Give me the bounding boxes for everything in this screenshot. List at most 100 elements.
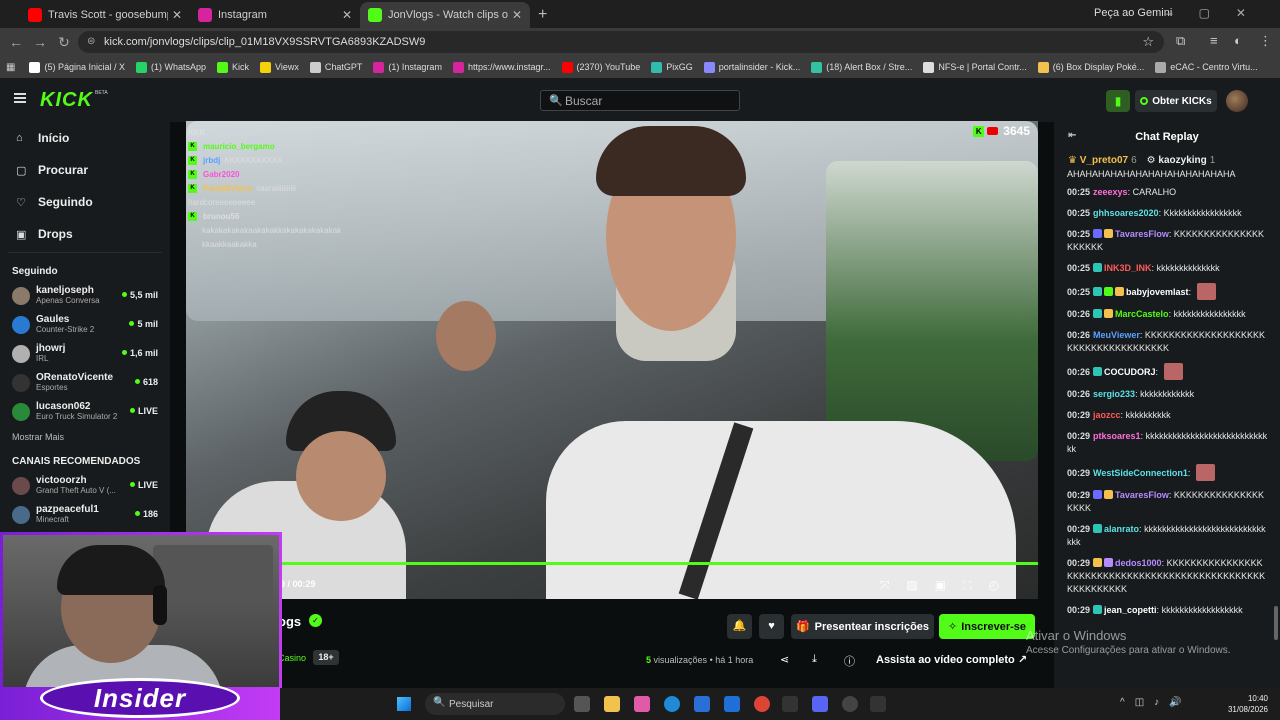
bookmark-star-icon[interactable]: ☆ — [1142, 34, 1154, 50]
chat-username[interactable]: MarcCastelo — [1115, 309, 1169, 319]
chat-username[interactable]: COCUDORJ — [1104, 367, 1156, 377]
chrome-icon[interactable] — [754, 696, 770, 712]
apps-grid-icon[interactable]: ▦ — [6, 62, 15, 73]
gift-subs-button[interactable]: 🎁 Presentear inscrições — [791, 614, 934, 639]
sidebar-nav-browse[interactable]: ▢ Procurar — [0, 154, 170, 186]
task-view-icon[interactable] — [574, 696, 590, 712]
close-tab-icon[interactable]: ✕ — [172, 8, 182, 22]
chat-username[interactable]: TavaresFlow — [1115, 490, 1169, 500]
fullscreen-icon[interactable]: ⛶ — [963, 578, 988, 592]
chat-username[interactable]: babyjovemlast — [1126, 287, 1189, 297]
report-icon[interactable]: ⓘ — [844, 653, 855, 669]
video-player[interactable]: KKK Kmauricio_bergamo Kjrbdj KKKKKKKKKKK K Ga… — [186, 121, 1038, 599]
notification-bell-button[interactable]: 🔔 — [727, 614, 752, 639]
bookmark-item[interactable]: Viewx — [260, 61, 299, 73]
bookmark-item[interactable]: eCAC - Centro Virtu... — [1155, 61, 1258, 73]
window-controls[interactable]: –▢✕ — [1166, 6, 1272, 20]
chat-username[interactable]: dedos1000 — [1115, 558, 1162, 568]
share-icon[interactable]: ⋖ — [780, 653, 789, 666]
chat-username[interactable]: jaozcc — [1093, 410, 1121, 420]
profile-icon[interactable]: ◐ — [1234, 33, 1242, 48]
media-icon[interactable]: ≡ — [1210, 33, 1218, 48]
sidebar-nav-following[interactable]: ♡ Seguindo — [0, 186, 170, 218]
theater-icon[interactable]: ▣ — [935, 578, 963, 592]
store-icon[interactable] — [694, 696, 710, 712]
gemini-button[interactable]: Peça ao Gemini — [1094, 7, 1172, 19]
bookmark-item[interactable]: Kick — [217, 61, 249, 73]
site-info-icon[interactable]: ⊜ — [87, 36, 95, 47]
chat-username[interactable]: INK3D_INK — [1104, 263, 1152, 273]
browser-tab[interactable]: Instagram ✕ — [190, 2, 360, 28]
close-tab-icon[interactable]: ✕ — [342, 8, 352, 22]
collapse-chat-icon[interactable]: ⇤ — [1068, 130, 1076, 141]
video-progress-bar[interactable] — [186, 562, 1038, 565]
bookmark-item[interactable]: portalinsider - Kick... — [703, 61, 800, 73]
sidebar-nav-home[interactable]: ⌂ Início — [0, 122, 170, 154]
chat-username[interactable]: alanrato — [1104, 524, 1139, 534]
chat-username[interactable]: jean_copetti — [1104, 605, 1157, 615]
bookmark-item[interactable]: (18) Alert Box / Stre... — [811, 61, 912, 73]
bookmark-item[interactable]: (1) Instagram — [373, 61, 442, 73]
get-kicks-button[interactable]: Obter KICKs — [1135, 90, 1217, 112]
close-tab-icon[interactable]: ✕ — [512, 8, 522, 22]
chat-username[interactable]: sergio233 — [1093, 389, 1135, 399]
sidebar-channel[interactable]: lucason062 Euro Truck Simulator 2 LIVE — [0, 397, 170, 426]
subscribe-button[interactable]: ✧ Inscrever-se — [939, 614, 1035, 639]
bookmark-item[interactable]: PixGG — [651, 61, 693, 73]
sidebar-channel[interactable]: victooorzh Grand Theft Auto V (... LIVE — [0, 471, 170, 500]
sidebar-channel[interactable]: jhowrj IRL 1,6 mil — [0, 339, 170, 368]
bookmark-item[interactable]: (1) WhatsApp — [136, 61, 206, 73]
taskbar-search[interactable]: 🔍 Pesquisar — [425, 693, 565, 715]
system-tray[interactable]: ^◫♪🔊 — [1120, 697, 1192, 708]
sidebar-channel[interactable]: ORenatoVicente Esportes 618 — [0, 368, 170, 397]
sidebar-channel[interactable]: pazpeaceful1 Minecraft 186 — [0, 500, 170, 529]
sidebar-channel[interactable]: Gaules Counter-Strike 2 5 mil — [0, 310, 170, 339]
bookmark-item[interactable]: (5) Página Inicial / X — [29, 61, 125, 73]
file-explorer-icon[interactable] — [604, 696, 620, 712]
bookmark-item[interactable]: (2370) YouTube — [561, 61, 640, 73]
capcut-icon[interactable] — [782, 696, 798, 712]
download-icon[interactable]: ⤓ — [812, 653, 817, 666]
clip-icon[interactable]: ⤧ — [880, 578, 907, 592]
new-tab-button[interactable]: + — [538, 2, 547, 28]
top-gifter[interactable]: ♛ V_preto07 6 — [1068, 155, 1137, 166]
sidebar-nav-drops[interactable]: ▣ Drops — [0, 218, 170, 250]
search-input[interactable]: 🔍 Buscar — [540, 90, 740, 111]
user-avatar[interactable] — [1226, 90, 1248, 112]
chat-username[interactable]: TavaresFlow — [1115, 229, 1169, 239]
app-icon[interactable] — [870, 696, 886, 712]
chat-username[interactable]: ptksoares1 — [1093, 431, 1141, 441]
browser-tab[interactable]: JonVlogs - Watch clips on Kick ✕ — [360, 2, 530, 28]
watch-full-video-link[interactable]: Assista ao vídeo completo ↗ — [876, 653, 1027, 666]
chat-username[interactable]: ghhsoares2020 — [1093, 208, 1159, 218]
chat-username[interactable]: WestSideConnection1 — [1093, 468, 1188, 478]
rewards-icon-button[interactable]: ▮ — [1106, 90, 1130, 112]
bookmark-item[interactable]: ChatGPT — [309, 61, 362, 73]
copilot-icon[interactable] — [634, 696, 650, 712]
discord-icon[interactable] — [812, 696, 828, 712]
menu-hamburger-icon[interactable] — [14, 93, 26, 103]
kick-logo[interactable]: KICK — [40, 89, 93, 112]
extensions-icon[interactable]: ⧉ — [1176, 33, 1185, 49]
settings-icon[interactable]: ◴ — [989, 578, 1016, 592]
obs-icon[interactable] — [842, 696, 858, 712]
chat-username[interactable]: zeeexys — [1093, 187, 1128, 197]
category-link[interactable]: Casino — [278, 653, 306, 663]
back-icon[interactable]: ← — [4, 34, 28, 50]
follow-heart-button[interactable]: ♥ — [759, 614, 784, 639]
show-more-link[interactable]: Mostrar Mais — [0, 426, 170, 448]
bookmark-item[interactable]: (6) Box Display Poké... — [1037, 61, 1144, 73]
chat-username[interactable]: MeuViewer — [1093, 330, 1140, 340]
bookmark-item[interactable]: https://www.instagr... — [452, 61, 551, 73]
taskbar-clock[interactable]: 10:40 31/08/2026 — [1228, 693, 1268, 715]
address-bar[interactable]: ⊜ kick.com/jonvlogs/clips/clip_01M18VX9S… — [78, 31, 1164, 53]
windows-start-icon[interactable] — [397, 697, 411, 711]
outlook-icon[interactable] — [724, 696, 740, 712]
chat-scrollbar[interactable] — [1274, 606, 1278, 640]
captions-icon[interactable]: ▨ — [906, 578, 934, 592]
forward-icon[interactable]: → — [28, 34, 52, 50]
bookmark-item[interactable]: NFS-e | Portal Contr... — [923, 61, 1027, 73]
edge-icon[interactable] — [664, 696, 680, 712]
sidebar-channel[interactable]: kaneljoseph Apenas Conversa 5,5 mil — [0, 281, 170, 310]
menu-icon[interactable]: ⋮ — [1259, 33, 1272, 49]
